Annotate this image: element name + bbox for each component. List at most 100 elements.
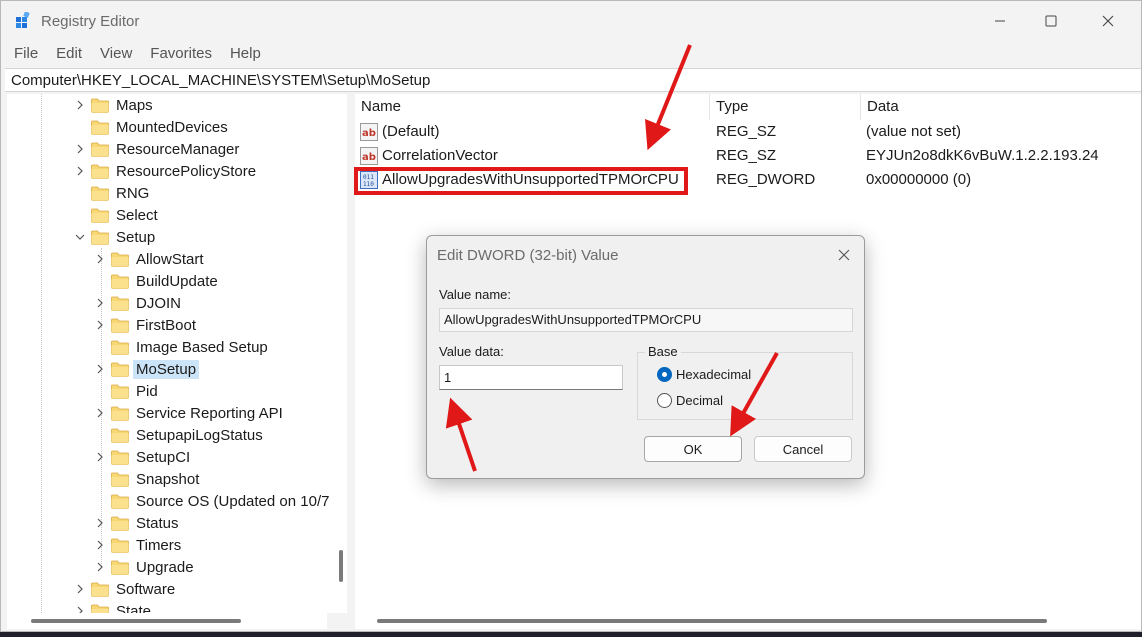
string-value-icon: ab [360, 123, 378, 141]
close-button[interactable] [1085, 1, 1131, 41]
tree-item[interactable]: Snapshot [93, 468, 202, 490]
address-bar[interactable]: Computer\HKEY_LOCAL_MACHINE\SYSTEM\Setup… [5, 68, 1141, 92]
folder-icon [111, 362, 129, 377]
tree-item[interactable]: Timers [93, 534, 184, 556]
tree-horizontal-scrollbar[interactable] [7, 613, 327, 629]
value-row[interactable]: 011 110 AllowUpgradesWithUnsupportedTPMOrC… [355, 168, 1141, 192]
folder-icon [111, 252, 129, 267]
tree-item[interactable]: SetupapiLogStatus [93, 424, 266, 446]
tree-item[interactable]: AllowStart [93, 248, 207, 270]
tree-item-label: SetupapiLogStatus [136, 426, 263, 444]
base-groupbox [637, 352, 853, 420]
tree-item-label: SetupCI [136, 448, 191, 466]
svg-text:ab: ab [362, 128, 376, 139]
svg-text:011: 011 [363, 174, 374, 181]
base-label: Base [645, 344, 681, 359]
cancel-button[interactable]: Cancel [754, 436, 852, 462]
minimize-button[interactable] [977, 1, 1023, 41]
chevron-right-icon[interactable] [93, 292, 107, 314]
ok-button[interactable]: OK [644, 436, 742, 462]
values-hscroll-thumb[interactable] [377, 619, 1047, 623]
menu-view[interactable]: View [91, 41, 141, 67]
chevron-right-icon[interactable] [73, 138, 87, 160]
chevron-right-icon[interactable] [93, 402, 107, 424]
column-header-type[interactable]: Type [710, 94, 860, 120]
chevron-right-icon[interactable] [93, 446, 107, 468]
tree-item[interactable]: ResourceManager [73, 138, 242, 160]
tree-item[interactable]: State [73, 600, 154, 613]
folder-icon [111, 450, 129, 465]
maximize-icon [1045, 15, 1057, 27]
menu-help[interactable]: Help [221, 41, 270, 67]
tree-item-label: State [116, 602, 152, 614]
tree-item[interactable]: Select [73, 204, 161, 226]
chevron-right-icon[interactable] [73, 94, 87, 116]
tree-item[interactable]: Software [73, 578, 178, 600]
folder-icon [111, 472, 129, 487]
tree-item[interactable]: BuildUpdate [93, 270, 221, 292]
chevron-right-icon[interactable] [93, 534, 107, 556]
tree-item[interactable]: Setup [73, 226, 158, 248]
tree-item[interactable]: ResourcePolicyStore [73, 160, 259, 182]
menu-file[interactable]: File [5, 41, 47, 67]
tree-item-label: Pid [136, 382, 158, 400]
tree-vertical-scrollbar[interactable] [333, 94, 347, 613]
dialog-title: Edit DWORD (32-bit) Value [437, 247, 619, 264]
chevron-right-icon[interactable] [93, 358, 107, 380]
chevron-right-icon[interactable] [73, 160, 87, 182]
chevron-right-icon[interactable] [73, 578, 87, 600]
tree-item[interactable]: RNG [73, 182, 152, 204]
value-name: (Default) [382, 123, 440, 140]
folder-icon [111, 494, 129, 509]
folder-icon [111, 318, 129, 333]
dialog-close-button[interactable] [831, 244, 857, 266]
tree-item[interactable]: Source OS (Updated on 10/7 [93, 490, 332, 512]
menu-favorites[interactable]: Favorites [141, 41, 221, 67]
decimal-radio[interactable]: Decimal [657, 393, 723, 408]
tree-item[interactable]: MountedDevices [73, 116, 231, 138]
tree-scroll-thumb[interactable] [339, 550, 343, 582]
pane-splitter[interactable] [347, 94, 355, 631]
tree-item[interactable]: Service Reporting API [93, 402, 286, 424]
tree-item-label: MoSetup [133, 359, 200, 379]
tree-item[interactable]: Status [93, 512, 182, 534]
tree-item-label: FirstBoot [136, 316, 197, 334]
value-row[interactable]: ab (Default) REG_SZ (value not set) [355, 120, 1141, 144]
folder-icon [111, 340, 129, 355]
tree-item[interactable]: MoSetup [93, 358, 200, 380]
key-tree-pane[interactable]: Maps MountedDevices ResourceManager Resourc… [7, 94, 347, 613]
tree-item[interactable]: Maps [73, 94, 156, 116]
chevron-down-icon[interactable] [73, 226, 87, 248]
values-horizontal-scrollbar[interactable] [355, 613, 1141, 629]
folder-icon [111, 516, 129, 531]
tree-item[interactable]: DJOIN [93, 292, 184, 314]
chevron-right-icon[interactable] [93, 314, 107, 336]
maximize-button[interactable] [1028, 1, 1074, 41]
folder-icon [111, 560, 129, 575]
tree-item[interactable]: Image Based Setup [93, 336, 271, 358]
tree-item[interactable]: FirstBoot [93, 314, 199, 336]
value-data: 0x00000000 (0) [866, 171, 972, 188]
column-header-data[interactable]: Data [861, 94, 1141, 120]
chevron-right-icon[interactable] [73, 600, 87, 613]
chevron-right-icon[interactable] [93, 512, 107, 534]
tree-hscroll-thumb[interactable] [31, 619, 241, 623]
menu-edit[interactable]: Edit [47, 41, 91, 67]
chevron-right-icon[interactable] [93, 248, 107, 270]
tree-item[interactable]: Upgrade [93, 556, 197, 578]
value-row[interactable]: ab CorrelationVector REG_SZ EYJUn2o8dkK6vBu… [355, 144, 1141, 168]
tree-item[interactable]: Pid [93, 380, 161, 402]
title-bar[interactable]: Registry Editor [1, 1, 1141, 41]
folder-icon [111, 274, 129, 289]
chevron-right-icon[interactable] [93, 556, 107, 578]
hexadecimal-radio[interactable]: Hexadecimal [657, 367, 751, 382]
value-data-input[interactable]: 1 [439, 365, 623, 390]
column-header-name[interactable]: Name [355, 94, 709, 120]
tree-item[interactable]: SetupCI [93, 446, 193, 468]
value-data: EYJUn2o8dkK6vBuW.1.2.2.193.24 [866, 147, 1099, 164]
folder-icon [91, 186, 109, 201]
value-name-field: AllowUpgradesWithUnsupportedTPMOrCPU [439, 308, 853, 332]
